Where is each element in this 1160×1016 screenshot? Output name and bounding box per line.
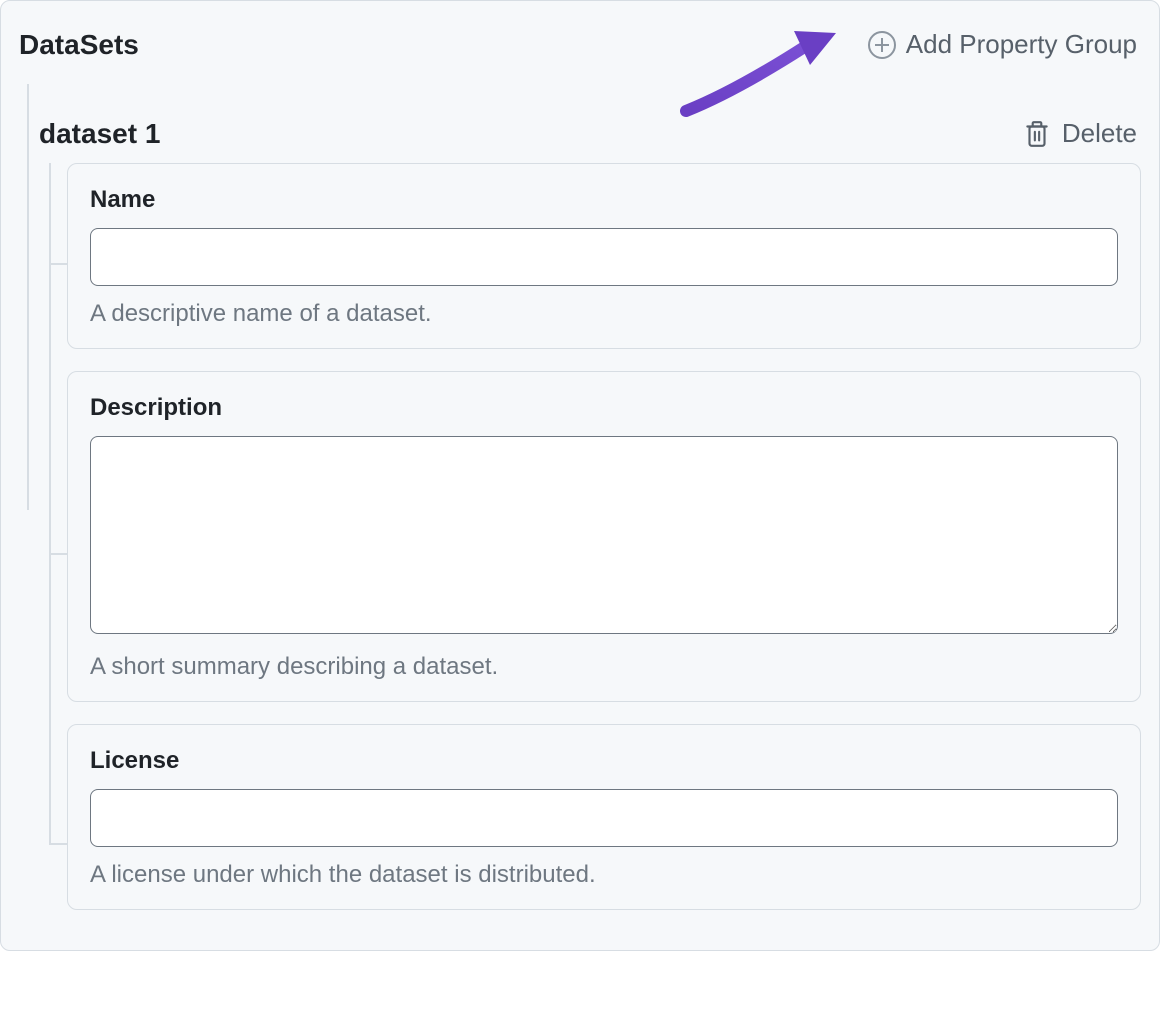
- field-description: Description A short summary describing a…: [67, 371, 1141, 702]
- field-name-label: Name: [90, 186, 1118, 214]
- field-name-help: A descriptive name of a dataset.: [90, 300, 1118, 328]
- field-name-input[interactable]: [90, 228, 1118, 286]
- add-property-group-label: Add Property Group: [906, 29, 1137, 60]
- field-license-help: A license under which the dataset is dis…: [90, 861, 1118, 889]
- add-property-group-button[interactable]: Add Property Group: [868, 25, 1137, 64]
- group-title: dataset 1: [39, 118, 160, 150]
- field-description-input[interactable]: [90, 436, 1118, 634]
- tree-body: dataset 1 Delete: [1, 64, 1159, 950]
- fields-area: Name A descriptive name of a dataset. De…: [39, 153, 1141, 910]
- field-license: License A license under which the datase…: [67, 724, 1141, 910]
- delete-label: Delete: [1062, 118, 1137, 149]
- trash-icon: [1024, 119, 1050, 149]
- plus-circle-icon: [868, 31, 896, 59]
- panel-header: DataSets Add Property Group: [1, 1, 1159, 64]
- datasets-panel: DataSets Add Property Group dataset 1: [0, 0, 1160, 951]
- field-name: Name A descriptive name of a dataset.: [67, 163, 1141, 349]
- field-license-input[interactable]: [90, 789, 1118, 847]
- delete-group-button[interactable]: Delete: [1024, 114, 1137, 153]
- tree-line-outer: [19, 64, 39, 950]
- field-description-label: Description: [90, 394, 1118, 422]
- field-description-help: A short summary describing a dataset.: [90, 653, 1118, 681]
- field-license-label: License: [90, 747, 1118, 775]
- property-group: dataset 1 Delete: [39, 64, 1141, 950]
- fields-column: Name A descriptive name of a dataset. De…: [67, 153, 1141, 910]
- group-header: dataset 1 Delete: [39, 114, 1141, 153]
- panel-title: DataSets: [19, 29, 139, 61]
- tree-line-inner: [39, 153, 67, 910]
